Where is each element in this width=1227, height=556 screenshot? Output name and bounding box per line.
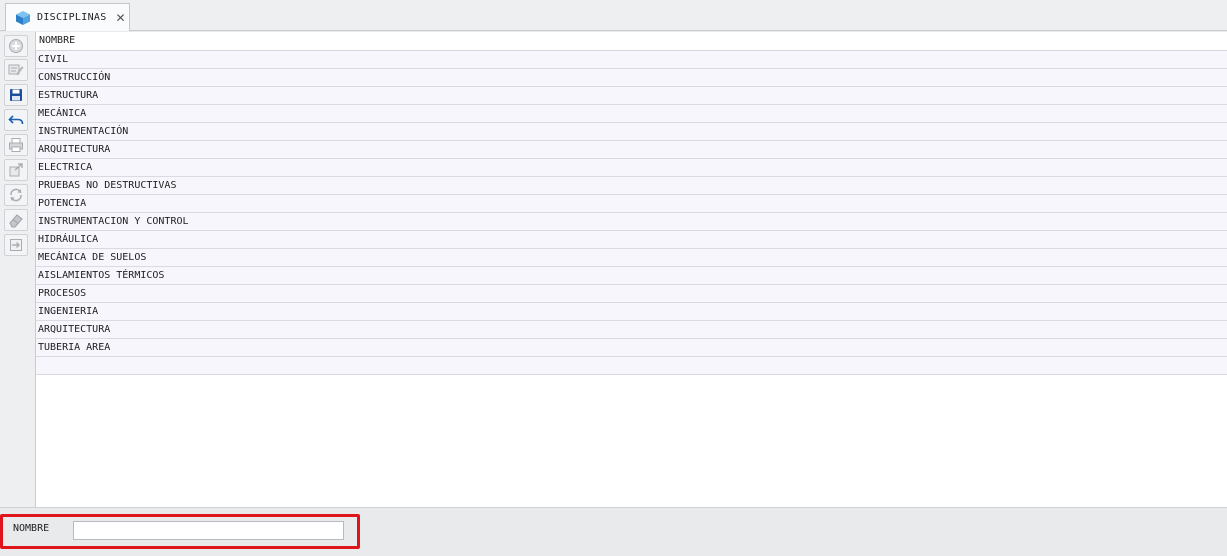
grid-rows: CIVIL CONSTRUCCIÓN ESTRUCTURA MECÁNICA INSTR… bbox=[36, 51, 1227, 375]
plus-circle-icon bbox=[9, 39, 23, 53]
table-row[interactable]: ESTRUCTURA bbox=[36, 87, 1227, 105]
table-row[interactable]: MECÁNICA bbox=[36, 105, 1227, 123]
cube-icon bbox=[16, 10, 30, 25]
exit-button[interactable] bbox=[4, 234, 28, 256]
edit-form: NOMBRE bbox=[0, 507, 1227, 556]
save-button[interactable] bbox=[4, 84, 28, 106]
add-button[interactable] bbox=[4, 35, 28, 57]
table-row[interactable]: CONSTRUCCIÓN bbox=[36, 69, 1227, 87]
print-button[interactable] bbox=[4, 134, 28, 156]
export-icon bbox=[9, 163, 23, 177]
table-row[interactable]: POTENCIA bbox=[36, 195, 1227, 213]
table-row[interactable]: ELECTRICA bbox=[36, 159, 1227, 177]
tab-label: DISCIPLINAS bbox=[37, 12, 107, 23]
table-row[interactable]: HIDRÁULICA bbox=[36, 231, 1227, 249]
export-button[interactable] bbox=[4, 159, 28, 181]
printer-icon bbox=[9, 138, 23, 152]
undo-arrow-icon bbox=[8, 115, 24, 125]
table-row[interactable]: ARQUITECTURA bbox=[36, 141, 1227, 159]
disciplinas-grid: NOMBRE CIVIL CONSTRUCCIÓN ESTRUCTURA MECÁNI… bbox=[35, 32, 1227, 507]
column-header-nombre[interactable]: NOMBRE bbox=[36, 32, 1227, 51]
close-icon[interactable]: ✕ bbox=[116, 11, 126, 25]
pencil-icon bbox=[8, 64, 24, 76]
tab-strip: DISCIPLINAS ✕ bbox=[0, 0, 1227, 31]
refresh-button[interactable] bbox=[4, 184, 28, 206]
erase-button[interactable] bbox=[4, 209, 28, 231]
eraser-icon bbox=[9, 214, 23, 228]
table-row[interactable]: PROCESOS bbox=[36, 285, 1227, 303]
table-row[interactable] bbox=[36, 357, 1227, 375]
table-row[interactable]: INSTRUMENTACION Y CONTROL bbox=[36, 213, 1227, 231]
table-row[interactable]: INSTRUMENTACIÓN bbox=[36, 123, 1227, 141]
table-row[interactable]: TUBERIA AREA bbox=[36, 339, 1227, 357]
refresh-icon bbox=[10, 188, 22, 202]
table-row[interactable]: INGENIERIA bbox=[36, 303, 1227, 321]
table-row[interactable]: MECÁNICA DE SUELOS bbox=[36, 249, 1227, 267]
nombre-input[interactable] bbox=[73, 521, 344, 540]
toolbar bbox=[0, 32, 35, 507]
exit-icon bbox=[10, 239, 22, 251]
floppy-disk-icon bbox=[10, 89, 22, 101]
edit-button[interactable] bbox=[4, 59, 28, 81]
table-row[interactable]: AISLAMIENTOS TÉRMICOS bbox=[36, 267, 1227, 285]
tab-disciplinas[interactable]: DISCIPLINAS ✕ bbox=[5, 3, 130, 31]
nombre-label: NOMBRE bbox=[13, 523, 50, 534]
table-row[interactable]: ARQUITECTURA bbox=[36, 321, 1227, 339]
table-row[interactable]: PRUEBAS NO DESTRUCTIVAS bbox=[36, 177, 1227, 195]
table-row[interactable]: CIVIL bbox=[36, 51, 1227, 69]
undo-button[interactable] bbox=[4, 109, 28, 131]
